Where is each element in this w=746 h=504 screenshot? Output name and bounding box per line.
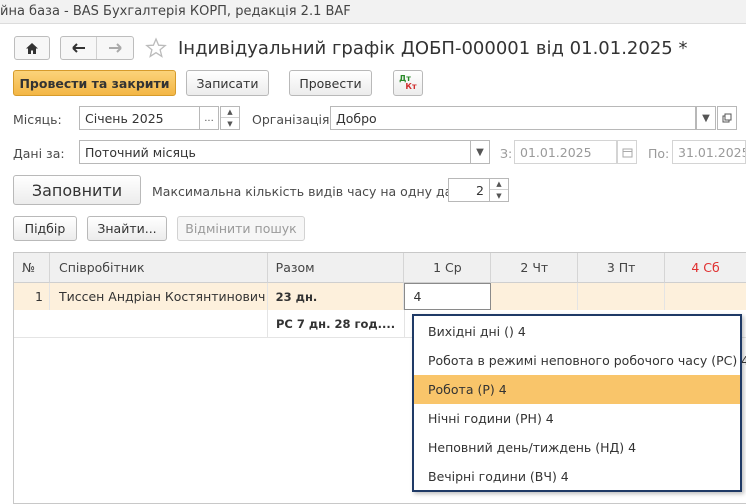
- organization-open-button[interactable]: [717, 106, 737, 130]
- subrow-employee: [50, 310, 268, 337]
- arrow-right-icon: [109, 43, 122, 53]
- arrow-left-icon: [71, 43, 85, 53]
- chevron-down-icon: ▼: [702, 112, 710, 124]
- row-total: 23 дн.: [268, 283, 405, 310]
- pick-button[interactable]: Підбір: [13, 216, 77, 241]
- organization-field[interactable]: Добро: [330, 106, 696, 130]
- fill-button[interactable]: Заповнити: [13, 175, 141, 205]
- from-date-field[interactable]: 01.01.2025: [514, 140, 617, 164]
- post-button[interactable]: Провести: [289, 70, 372, 96]
- chevron-down-icon: ▼: [476, 146, 484, 158]
- find-button[interactable]: Знайти...: [87, 216, 167, 241]
- max-time-types-stepper[interactable]: ▲ ▼: [489, 178, 509, 202]
- triangle-down-icon[interactable]: ▼: [221, 118, 239, 129]
- subrow-total: РС 7 дн. 28 год....: [268, 310, 405, 337]
- save-button[interactable]: Записати: [186, 70, 269, 96]
- row-num: 1: [14, 283, 50, 310]
- header-day-1[interactable]: 1 Ср: [404, 253, 492, 283]
- cancel-search-button[interactable]: Відмінити пошук: [177, 216, 305, 241]
- triangle-up-icon[interactable]: ▲: [221, 107, 239, 118]
- to-date-field[interactable]: 31.01.2025: [672, 140, 746, 164]
- max-time-types-field[interactable]: 2: [448, 178, 490, 202]
- subrow-num: [14, 310, 50, 337]
- data-period-field[interactable]: Поточний місяць: [79, 140, 471, 164]
- month-label: Місяць:: [13, 112, 62, 127]
- data-period-dropdown-button[interactable]: ▼: [470, 140, 490, 164]
- window-title-bar: йна база - BAS Бухгалтерія КОРП, редакці…: [0, 0, 746, 24]
- document-title: Індивідуальний графік ДОБП-000001 від 01…: [178, 38, 688, 59]
- organization-dropdown-button[interactable]: ▼: [696, 106, 716, 130]
- data-for-label: Дані за:: [13, 146, 65, 161]
- post-and-close-button[interactable]: Провести та закрити: [13, 70, 176, 96]
- header-day-3[interactable]: 3 Пт: [578, 253, 666, 283]
- dropdown-item-night[interactable]: Нічні години (РН) 4: [414, 404, 740, 433]
- dropdown-item-evening[interactable]: Вечірні години (ВЧ) 4: [414, 462, 740, 491]
- organization-label: Організація:: [252, 112, 334, 127]
- table-header: № Співробітник Разом 1 Ср 2 Чт 3 Пт 4 Сб: [14, 253, 746, 283]
- forward-button[interactable]: [97, 37, 133, 59]
- back-button[interactable]: [61, 37, 97, 59]
- dropdown-item-weekend[interactable]: Вихідні дні () 4: [414, 317, 740, 346]
- max-time-types-label: Максимальна кількість видів часу на одну…: [152, 184, 472, 199]
- open-window-icon: [722, 113, 732, 123]
- star-icon: [145, 37, 167, 58]
- favorite-button[interactable]: [144, 36, 168, 60]
- header-num[interactable]: №: [14, 253, 50, 283]
- window-title: йна база - BAS Бухгалтерія КОРП, редакці…: [0, 4, 351, 19]
- triangle-up-icon[interactable]: ▲: [490, 179, 508, 190]
- day-4-cell[interactable]: [665, 283, 746, 310]
- dropdown-item-part-time[interactable]: Робота в режимі неповного робочого часу …: [414, 346, 746, 375]
- from-calendar-button[interactable]: [617, 140, 637, 164]
- history-nav: [60, 36, 134, 60]
- from-label: З:: [500, 146, 513, 161]
- dropdown-item-incomplete-day[interactable]: Неповний день/тиждень (НД) 4: [414, 433, 740, 462]
- day-2-cell[interactable]: [491, 283, 579, 310]
- dt-kt-icon-bottom: Кт: [405, 82, 417, 91]
- month-select-button[interactable]: ...: [199, 106, 219, 130]
- calendar-icon: [622, 148, 632, 157]
- time-type-dropdown: Вихідні дні () 4 Робота в режимі неповно…: [412, 314, 746, 492]
- home-icon: [26, 42, 38, 54]
- month-field[interactable]: Січень 2025: [79, 106, 200, 130]
- table-row[interactable]: 1 Тиссен Андріан Костянтинович 23 дн. 4: [14, 283, 746, 310]
- month-stepper[interactable]: ▲ ▼: [220, 106, 240, 130]
- triangle-down-icon[interactable]: ▼: [490, 190, 508, 201]
- dt-kt-button[interactable]: Дт Кт: [393, 70, 423, 96]
- header-employee[interactable]: Співробітник: [49, 253, 268, 283]
- header-total[interactable]: Разом: [267, 253, 405, 283]
- to-label: По:: [648, 146, 670, 161]
- home-button[interactable]: [14, 36, 50, 60]
- header-day-2[interactable]: 2 Чт: [491, 253, 579, 283]
- dropdown-item-work[interactable]: Робота (Р) 4: [414, 375, 740, 404]
- row-employee[interactable]: Тиссен Андріан Костянтинович: [50, 283, 268, 310]
- day-3-cell[interactable]: [578, 283, 666, 310]
- header-day-4[interactable]: 4 Сб: [665, 253, 746, 283]
- day-1-input[interactable]: 4: [404, 283, 492, 310]
